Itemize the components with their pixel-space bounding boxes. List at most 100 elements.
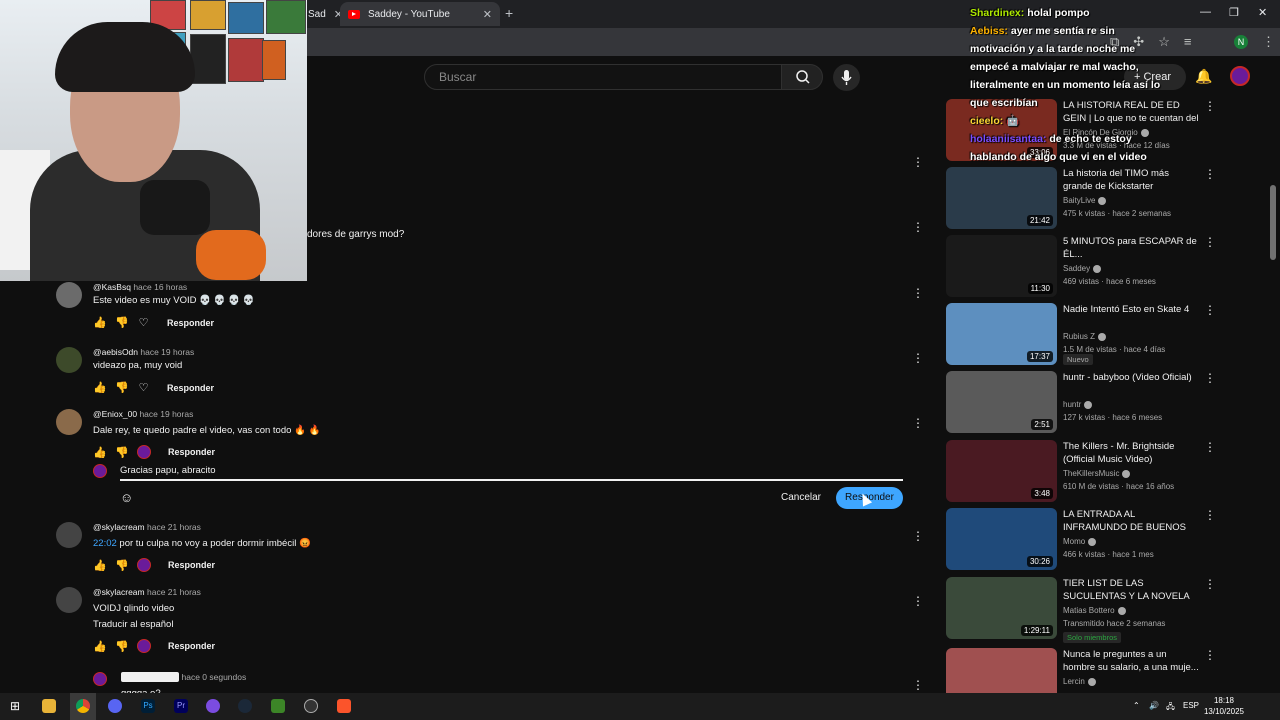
discord-icon[interactable] xyxy=(108,699,122,713)
video-menu-icon[interactable]: ⋮ xyxy=(1204,303,1216,317)
video-menu-icon[interactable]: ⋮ xyxy=(1204,167,1216,181)
search-input[interactable]: Buscar xyxy=(424,64,782,90)
video-title[interactable]: huntr - babyboo (Video Oficial) xyxy=(1063,371,1201,384)
obs-icon[interactable] xyxy=(304,699,318,713)
like-icon[interactable]: 👍 xyxy=(93,316,107,329)
comment-menu-icon[interactable]: ⋮ xyxy=(912,351,924,365)
comment-menu-icon[interactable]: ⋮ xyxy=(912,594,924,608)
recommended-video[interactable]: 11:30 5 MINUTOS para ESCAPAR de ÉL... Sadd… xyxy=(946,235,1218,299)
heart-icon[interactable]: ♡ xyxy=(137,316,150,329)
dislike-icon[interactable]: 👎 xyxy=(115,640,129,653)
comment-menu-icon[interactable]: ⋮ xyxy=(912,286,924,300)
premiere-icon[interactable]: Pr xyxy=(174,699,188,713)
reply-button[interactable]: Responder xyxy=(168,560,215,570)
video-menu-icon[interactable]: ⋮ xyxy=(1204,235,1216,249)
channel-name[interactable]: Momo xyxy=(1063,537,1097,546)
like-icon[interactable]: 👍 xyxy=(93,381,107,394)
file-explorer-icon[interactable] xyxy=(42,699,56,713)
comment-author[interactable]: @KasBsq xyxy=(93,282,131,292)
channel-name[interactable]: huntr xyxy=(1063,400,1093,409)
cancel-button[interactable]: Cancelar xyxy=(777,488,825,508)
recommended-video[interactable]: 21:42 La historia del TIMO más grande de … xyxy=(946,167,1218,231)
video-thumbnail[interactable]: 2:51 xyxy=(946,371,1057,433)
maximize-icon[interactable]: ❐ xyxy=(1229,6,1239,19)
minecraft-icon[interactable] xyxy=(271,699,285,713)
channel-name[interactable]: Matias Bottero xyxy=(1063,606,1126,615)
reply-button[interactable]: Responder xyxy=(167,318,214,328)
video-menu-icon[interactable]: ⋮ xyxy=(1204,99,1216,113)
recommended-video[interactable]: 17:37 Nadie Intentó Esto en Skate 4 Rubius… xyxy=(946,303,1218,367)
reply-input[interactable]: Gracias papu, abracito xyxy=(120,465,216,476)
channel-name[interactable]: TheKillersMusic xyxy=(1063,469,1131,478)
video-menu-icon[interactable]: ⋮ xyxy=(1204,577,1216,591)
dislike-icon[interactable]: 👎 xyxy=(115,316,129,329)
avatar[interactable] xyxy=(56,347,82,373)
network-icon[interactable]: 🖧 xyxy=(1166,701,1175,715)
search-button[interactable] xyxy=(781,64,823,90)
video-thumbnail[interactable]: 1:29:11 xyxy=(946,577,1057,639)
menu-icon[interactable]: ⋮ xyxy=(1262,34,1275,50)
recommended-video[interactable]: 2:51 huntr - babyboo (Video Oficial) huntr… xyxy=(946,371,1218,435)
windows-start-icon[interactable]: ⊞ xyxy=(10,699,20,713)
steam-icon[interactable] xyxy=(238,699,252,713)
playlist-icon[interactable]: ≡ xyxy=(1184,34,1192,50)
close-window-icon[interactable]: ✕ xyxy=(1258,6,1267,19)
recommended-video[interactable]: 1:29:11 TIER LIST DE LAS SUCULENTAS Y LA … xyxy=(946,577,1218,643)
video-thumbnail[interactable]: 3:48 xyxy=(946,440,1057,502)
dislike-icon[interactable]: 👎 xyxy=(115,446,129,459)
taskbar-clock[interactable]: 18:18 13/10/2025 xyxy=(1203,695,1245,717)
emoji-icon[interactable]: ☺ xyxy=(120,490,133,505)
video-title[interactable]: Nunca le preguntes a un hombre su salari… xyxy=(1063,648,1201,674)
app-icon[interactable] xyxy=(206,699,220,713)
video-menu-icon[interactable]: ⋮ xyxy=(1204,440,1216,454)
minimize-icon[interactable]: — xyxy=(1200,6,1211,18)
comment-author[interactable]: @skylacream xyxy=(93,522,145,532)
voice-search-button[interactable] xyxy=(833,64,860,91)
creator-heart-icon[interactable] xyxy=(137,558,151,572)
like-icon[interactable]: 👍 xyxy=(93,640,107,653)
browser-tab-youtube[interactable]: Saddey - YouTube ✕ xyxy=(340,2,500,26)
reply-button[interactable]: Responder xyxy=(168,447,215,457)
dislike-icon[interactable]: 👎 xyxy=(115,559,129,572)
notifications-bell-icon[interactable]: 🔔 xyxy=(1195,68,1212,85)
comment-author[interactable]: @SoySaddey xyxy=(121,672,180,682)
dislike-icon[interactable]: 👎 xyxy=(115,381,129,394)
comment-menu-icon[interactable]: ⋮ xyxy=(912,529,924,543)
video-menu-icon[interactable]: ⋮ xyxy=(1204,508,1216,522)
video-title[interactable]: 5 MINUTOS para ESCAPAR de ÉL... xyxy=(1063,235,1201,261)
volume-icon[interactable]: 🔊 xyxy=(1149,701,1159,710)
channel-name[interactable]: Rubius Z xyxy=(1063,332,1107,341)
creator-heart-icon[interactable] xyxy=(137,445,151,459)
reply-button[interactable]: Responder xyxy=(167,383,214,393)
video-title[interactable]: LA ENTRADA AL INFRAMUNDO DE BUENOS AIRES xyxy=(1063,508,1201,536)
video-thumbnail[interactable]: 30:26 xyxy=(946,508,1057,570)
translate-link[interactable]: Traducir al español xyxy=(93,619,173,630)
video-title[interactable]: La historia del TIMO más grande de Kicks… xyxy=(1063,167,1201,193)
video-thumbnail[interactable]: 17:37 xyxy=(946,303,1057,365)
profile-avatar[interactable]: N xyxy=(1234,35,1248,49)
recommended-video[interactable]: 30:26 LA ENTRADA AL INFRAMUNDO DE BUENOS … xyxy=(946,508,1218,572)
video-title[interactable]: TIER LIST DE LAS SUCULENTAS Y LA NOVELA … xyxy=(1063,577,1201,605)
avatar[interactable] xyxy=(93,672,107,686)
brave-icon[interactable] xyxy=(337,699,351,713)
recommended-video[interactable]: 3:48 The Killers - Mr. Brightside (Offici… xyxy=(946,440,1218,504)
comment-author[interactable]: @Eniox_00 xyxy=(93,409,137,419)
scrollbar[interactable] xyxy=(1270,185,1276,260)
reply-button[interactable]: Responder xyxy=(168,641,215,651)
video-thumbnail[interactable]: 11:30 xyxy=(946,235,1057,297)
like-icon[interactable]: 👍 xyxy=(93,446,107,459)
creator-heart-icon[interactable] xyxy=(137,639,151,653)
heart-icon[interactable]: ♡ xyxy=(137,381,150,394)
avatar[interactable] xyxy=(56,409,82,435)
channel-name[interactable]: BaityLive xyxy=(1063,196,1107,205)
comment-menu-icon[interactable]: ⋮ xyxy=(912,155,924,169)
tray-chevron-icon[interactable]: ⌃ xyxy=(1133,701,1140,710)
chrome-icon[interactable] xyxy=(76,699,90,713)
video-thumbnail[interactable]: 21:42 xyxy=(946,167,1057,229)
youtube-account-avatar[interactable] xyxy=(1230,66,1250,86)
comment-menu-icon[interactable]: ⋮ xyxy=(912,416,924,430)
timestamp-link[interactable]: 22:02 xyxy=(93,538,117,549)
avatar[interactable] xyxy=(56,282,82,308)
channel-name[interactable]: Lercin xyxy=(1063,677,1096,686)
video-menu-icon[interactable]: ⋮ xyxy=(1204,371,1216,385)
